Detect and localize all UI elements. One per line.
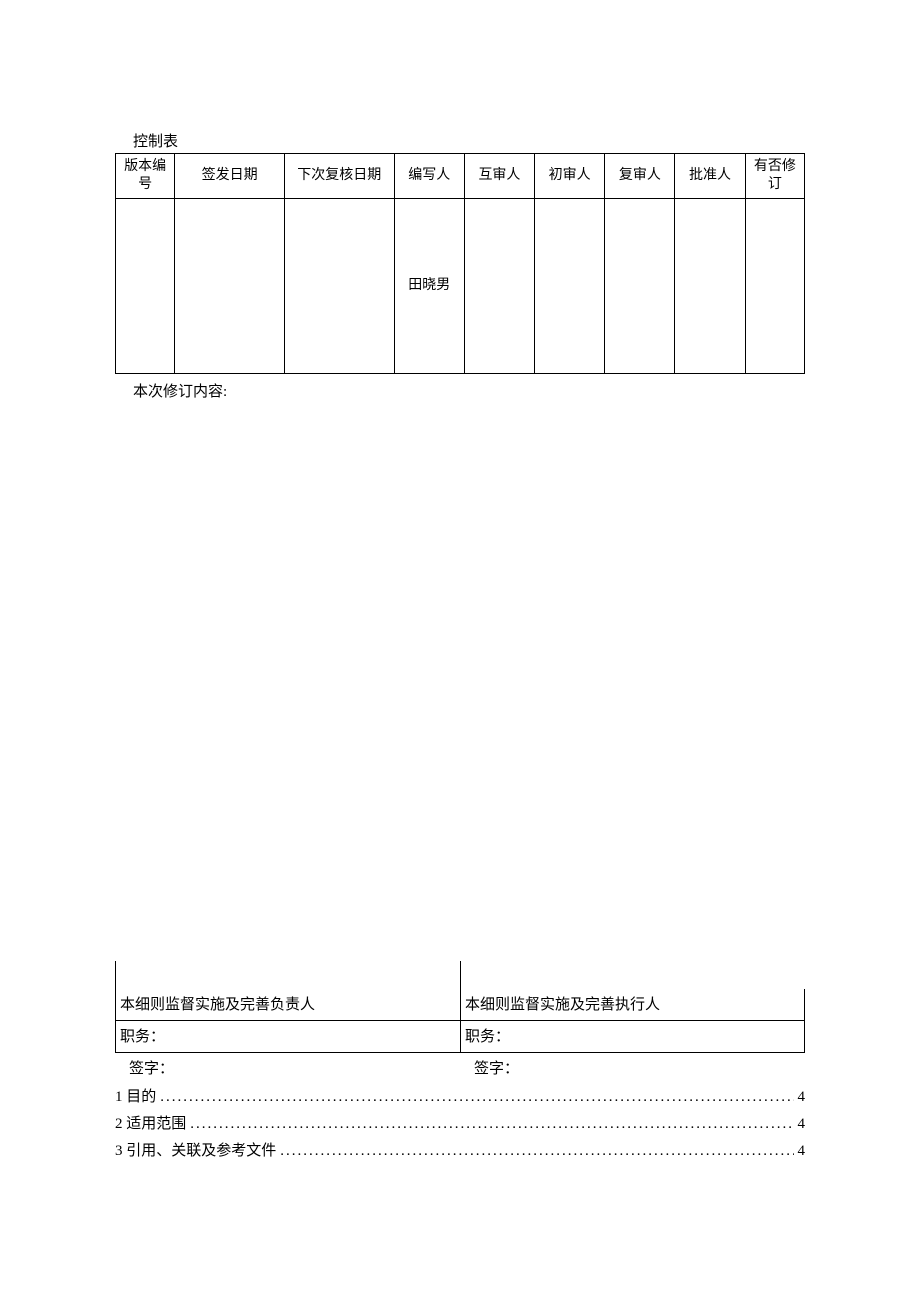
th-issue-date: 签发日期 <box>175 154 285 199</box>
toc-dots <box>160 1084 793 1111</box>
control-table: 版本编号 签发日期 下次复核日期 编写人 互审人 初审人 复审人 批准人 有否修… <box>115 153 805 374</box>
td-writer: 田晓男 <box>394 199 464 374</box>
th-approver: 批准人 <box>675 154 745 199</box>
document-page: 控制表 版本编号 签发日期 下次复核日期 编写人 互审人 初审人 复审人 批准人… <box>0 0 920 1225</box>
th-next-review-date: 下次复核日期 <box>284 154 394 199</box>
th-writer: 编写人 <box>394 154 464 199</box>
td-version-no <box>116 199 175 374</box>
sig-right-role-label: 职务： <box>460 1021 805 1053</box>
td-issue-date <box>175 199 285 374</box>
revision-content-label: 本次修订内容: <box>133 380 805 401</box>
toc-dots <box>280 1138 793 1165</box>
th-initial-reviewer: 初审人 <box>535 154 605 199</box>
th-re-reviewer: 复审人 <box>605 154 675 199</box>
table-row: 田晓男 <box>116 199 805 374</box>
th-mutual-reviewer: 互审人 <box>464 154 534 199</box>
table-header-row: 版本编号 签发日期 下次复核日期 编写人 互审人 初审人 复审人 批准人 有否修… <box>116 154 805 199</box>
td-mutual-reviewer <box>464 199 534 374</box>
toc-item-page: 4 <box>794 1111 806 1138</box>
control-table-label: 控制表 <box>133 130 805 151</box>
toc-dots <box>190 1111 793 1138</box>
toc-item: 3 引用、关联及参考文件 4 <box>115 1138 805 1165</box>
toc-item-page: 4 <box>794 1084 806 1111</box>
signature-left-column: 本细则监督实施及完善负责人 职务： 签字： <box>115 961 460 1082</box>
sig-left-top-border <box>115 961 460 989</box>
td-re-reviewer <box>605 199 675 374</box>
td-approver <box>675 199 745 374</box>
signature-right-column: 本细则监督实施及完善执行人 职务： 签字： <box>460 961 805 1082</box>
signature-block: 本细则监督实施及完善负责人 职务： 签字： 本细则监督实施及完善执行人 职务： … <box>115 961 805 1082</box>
toc-item: 2 适用范围 4 <box>115 1111 805 1138</box>
sig-right-title: 本细则监督实施及完善执行人 <box>460 989 805 1021</box>
th-version-no: 版本编号 <box>116 154 175 199</box>
toc-item-label: 1 目的 <box>115 1084 160 1111</box>
table-of-contents: 1 目的 4 2 适用范围 4 3 引用、关联及参考文件 4 <box>115 1084 805 1165</box>
sig-right-sign-label: 签字： <box>460 1053 805 1082</box>
blank-spacer <box>115 401 805 961</box>
sig-right-top-border <box>460 961 805 989</box>
toc-item: 1 目的 4 <box>115 1084 805 1111</box>
td-initial-reviewer <box>535 199 605 374</box>
toc-item-page: 4 <box>794 1138 806 1165</box>
sig-left-role-label: 职务： <box>115 1021 460 1053</box>
td-has-revision <box>745 199 804 374</box>
toc-item-label: 2 适用范围 <box>115 1111 190 1138</box>
sig-left-sign-label: 签字： <box>115 1053 460 1082</box>
th-has-revision: 有否修订 <box>745 154 804 199</box>
td-next-review-date <box>284 199 394 374</box>
sig-left-title: 本细则监督实施及完善负责人 <box>115 989 460 1021</box>
toc-item-label: 3 引用、关联及参考文件 <box>115 1138 280 1165</box>
